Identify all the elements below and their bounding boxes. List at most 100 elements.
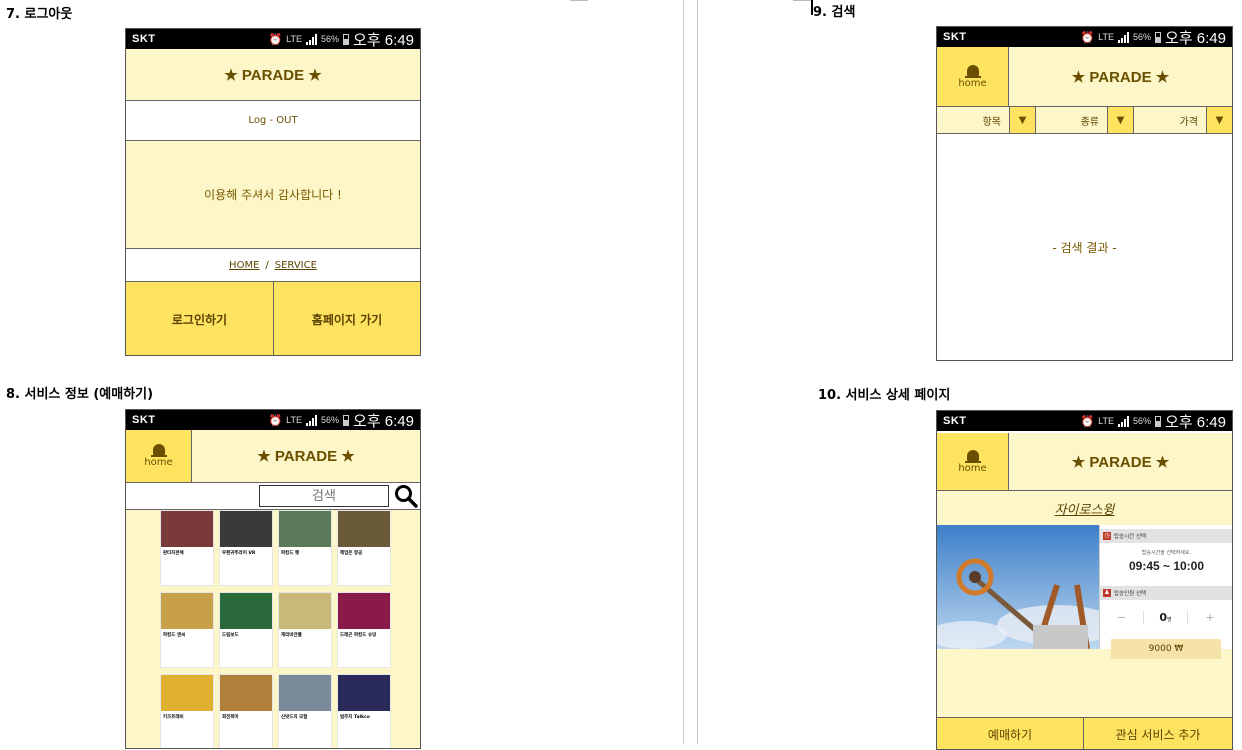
service-link[interactable]: SERVICE bbox=[275, 260, 317, 271]
breadcrumb: HOME / SERVICE bbox=[126, 249, 420, 282]
minus-button[interactable]: − bbox=[1100, 610, 1144, 624]
battery-icon bbox=[343, 33, 350, 45]
search-results: - 검색 결과 - bbox=[937, 134, 1232, 360]
section-title-service-info: 8. 서비스 정보 (예매하기) bbox=[6, 387, 154, 402]
home-button[interactable]: home bbox=[126, 430, 192, 483]
clock: 오후 6:49 bbox=[353, 31, 414, 49]
service-card[interactable]: 헤엄은 항공 bbox=[337, 510, 391, 586]
home-button[interactable]: home bbox=[937, 47, 1009, 107]
carrier-label: SKT bbox=[943, 31, 967, 43]
person-icon: ♟ bbox=[1103, 589, 1111, 597]
service-card[interactable]: 키즈트래비 bbox=[160, 674, 214, 748]
people-select-header: ♟ 탑승인원 선택 bbox=[1100, 586, 1232, 600]
login-button[interactable]: 로그인하기 bbox=[126, 282, 274, 355]
filter-price-dropdown[interactable]: 가격 ▼ bbox=[1134, 107, 1232, 133]
text-cursor bbox=[811, 0, 813, 15]
service-card-title: 회전목마 bbox=[222, 715, 239, 720]
brand-header: ★ PARADE ★ bbox=[126, 49, 420, 101]
clock: 오후 6:49 bbox=[353, 412, 414, 430]
brand-header: ★ PARADE ★ bbox=[192, 430, 420, 483]
plus-button[interactable]: + bbox=[1188, 611, 1232, 624]
time-hint: 탑승시간을 선택하세요. bbox=[1141, 550, 1192, 556]
service-info-screen: SKT ⏰ LTE 56% 오후 6:49 home ★ PARADE ★ 판타… bbox=[125, 409, 421, 749]
service-card[interactable]: 신밧드의 모험 bbox=[278, 674, 332, 748]
service-card[interactable]: 범주지 Talkco bbox=[337, 674, 391, 748]
carrier-label: SKT bbox=[132, 414, 156, 426]
service-thumbnail bbox=[279, 593, 331, 629]
booking-panel: ◷ 탑승시간 선택 탑승시간을 선택하세요. 09:45 ~ 10:00 ♟ 탑… bbox=[1099, 525, 1232, 649]
network-label: LTE bbox=[1098, 416, 1115, 426]
filter-label: 가격 bbox=[1179, 117, 1198, 128]
service-card-title: 헤엄은 항공 bbox=[340, 551, 363, 556]
clock: 오후 6:49 bbox=[1165, 413, 1226, 431]
time-range-selector[interactable]: 09:45 ~ 10:00 bbox=[1100, 559, 1232, 577]
service-card-title: 드림보드 bbox=[222, 633, 239, 638]
search-input[interactable] bbox=[259, 485, 389, 507]
signal-icon bbox=[306, 33, 318, 45]
carrier-label: SKT bbox=[132, 33, 156, 45]
quantity-unit: 명 bbox=[1167, 616, 1172, 623]
service-thumbnail bbox=[338, 511, 390, 547]
alarm-icon: ⏰ bbox=[1080, 415, 1095, 428]
alarm-icon: ⏰ bbox=[268, 33, 283, 46]
chevron-down-icon[interactable]: ▼ bbox=[1009, 107, 1035, 133]
homepage-button[interactable]: 홈페이지 가기 bbox=[274, 282, 420, 355]
service-card[interactable]: 드림보드 bbox=[219, 592, 273, 668]
home-link[interactable]: HOME bbox=[229, 260, 259, 271]
network-label: LTE bbox=[286, 34, 303, 44]
ride-photo bbox=[937, 525, 1099, 649]
service-card[interactable]: 우편귀뚜라미 VR bbox=[219, 510, 273, 586]
search-screen: SKT ⏰ LTE 56% 오후 6:49 home ★ PARADE ★ 항목… bbox=[936, 26, 1233, 361]
reserve-button[interactable]: 예매하기 bbox=[937, 717, 1084, 749]
service-card-title: 파킹드 앤씨 bbox=[163, 633, 186, 638]
service-card[interactable]: 파킹드 앤씨 bbox=[160, 592, 214, 668]
clock-icon: ◷ bbox=[1103, 532, 1111, 540]
service-thumbnail bbox=[279, 675, 331, 711]
network-label: LTE bbox=[1098, 32, 1115, 42]
bell-icon bbox=[964, 64, 981, 78]
service-thumbnail bbox=[338, 675, 390, 711]
alarm-icon: ⏰ bbox=[268, 414, 283, 427]
logout-label: Log - OUT bbox=[126, 101, 420, 141]
carrier-label: SKT bbox=[943, 415, 967, 427]
detail-screen: SKT ⏰ LTE 56% 오후 6:49 home ★ PARADE ★ 자이… bbox=[936, 410, 1233, 750]
service-thumbnail bbox=[161, 675, 213, 711]
ride-name: 자이로스윙 bbox=[1054, 502, 1115, 518]
logout-screen: SKT ⏰ LTE 56% 오후 6:49 ★ PARADE ★ Log - O… bbox=[125, 28, 421, 356]
status-bar: SKT ⏰ LTE 56% 오후 6:49 bbox=[126, 410, 420, 430]
service-card[interactable]: 파킹드 펫 bbox=[278, 510, 332, 586]
service-card-title: 키즈트래비 bbox=[163, 715, 184, 720]
filter-category-dropdown[interactable]: 항목 ▼ bbox=[937, 107, 1036, 133]
service-thumbnail bbox=[279, 511, 331, 547]
service-grid: 판타지콘체 우편귀뚜라미 VR 파킹드 펫 헤엄은 항공파킹드 앤씨 드림보드 캐리비언벨… bbox=[126, 510, 420, 748]
filter-label: 종류 bbox=[1080, 117, 1099, 128]
service-thumbnail bbox=[220, 511, 272, 547]
quantity-count: 0 bbox=[1159, 610, 1168, 624]
service-card[interactable]: 드래곤 파킹드 슈덩 bbox=[337, 592, 391, 668]
service-card[interactable]: 판타지콘체 bbox=[160, 510, 214, 586]
filter-row: 항목 ▼ 종류 ▼ 가격 ▼ bbox=[937, 107, 1232, 134]
section-title-detail: 10. 서비스 상세 페이지 bbox=[818, 388, 951, 403]
divider-tick bbox=[570, 0, 588, 1]
status-bar: SKT ⏰ LTE 56% 오후 6:49 bbox=[126, 29, 420, 49]
battery-icon bbox=[1155, 415, 1162, 427]
quantity-value: 0명 bbox=[1144, 610, 1188, 624]
search-icon[interactable] bbox=[394, 484, 418, 508]
chevron-down-icon[interactable]: ▼ bbox=[1107, 107, 1133, 133]
service-thumbnail bbox=[220, 675, 272, 711]
alarm-icon: ⏰ bbox=[1080, 31, 1095, 44]
service-card-title: 파킹드 펫 bbox=[281, 551, 300, 556]
status-bar: SKT ⏰ LTE 56% 오후 6:49 bbox=[937, 411, 1232, 431]
battery-icon bbox=[343, 414, 350, 426]
battery-percent: 56% bbox=[1133, 32, 1152, 42]
quantity-stepper: − 0명 + bbox=[1100, 606, 1232, 628]
time-select-header: ◷ 탑승시간 선택 bbox=[1100, 529, 1232, 543]
service-card[interactable]: 캐리비언벨 bbox=[278, 592, 332, 668]
filter-type-dropdown[interactable]: 종류 ▼ bbox=[1036, 107, 1134, 133]
thanks-message: 이용해 주셔서 감사합니다 ! bbox=[126, 141, 420, 249]
add-interest-button[interactable]: 관심 서비스 추가 bbox=[1084, 717, 1232, 749]
home-button[interactable]: home bbox=[937, 433, 1009, 491]
service-card[interactable]: 회전목마 bbox=[219, 674, 273, 748]
chevron-down-icon[interactable]: ▼ bbox=[1206, 107, 1232, 133]
bell-icon bbox=[150, 444, 167, 457]
